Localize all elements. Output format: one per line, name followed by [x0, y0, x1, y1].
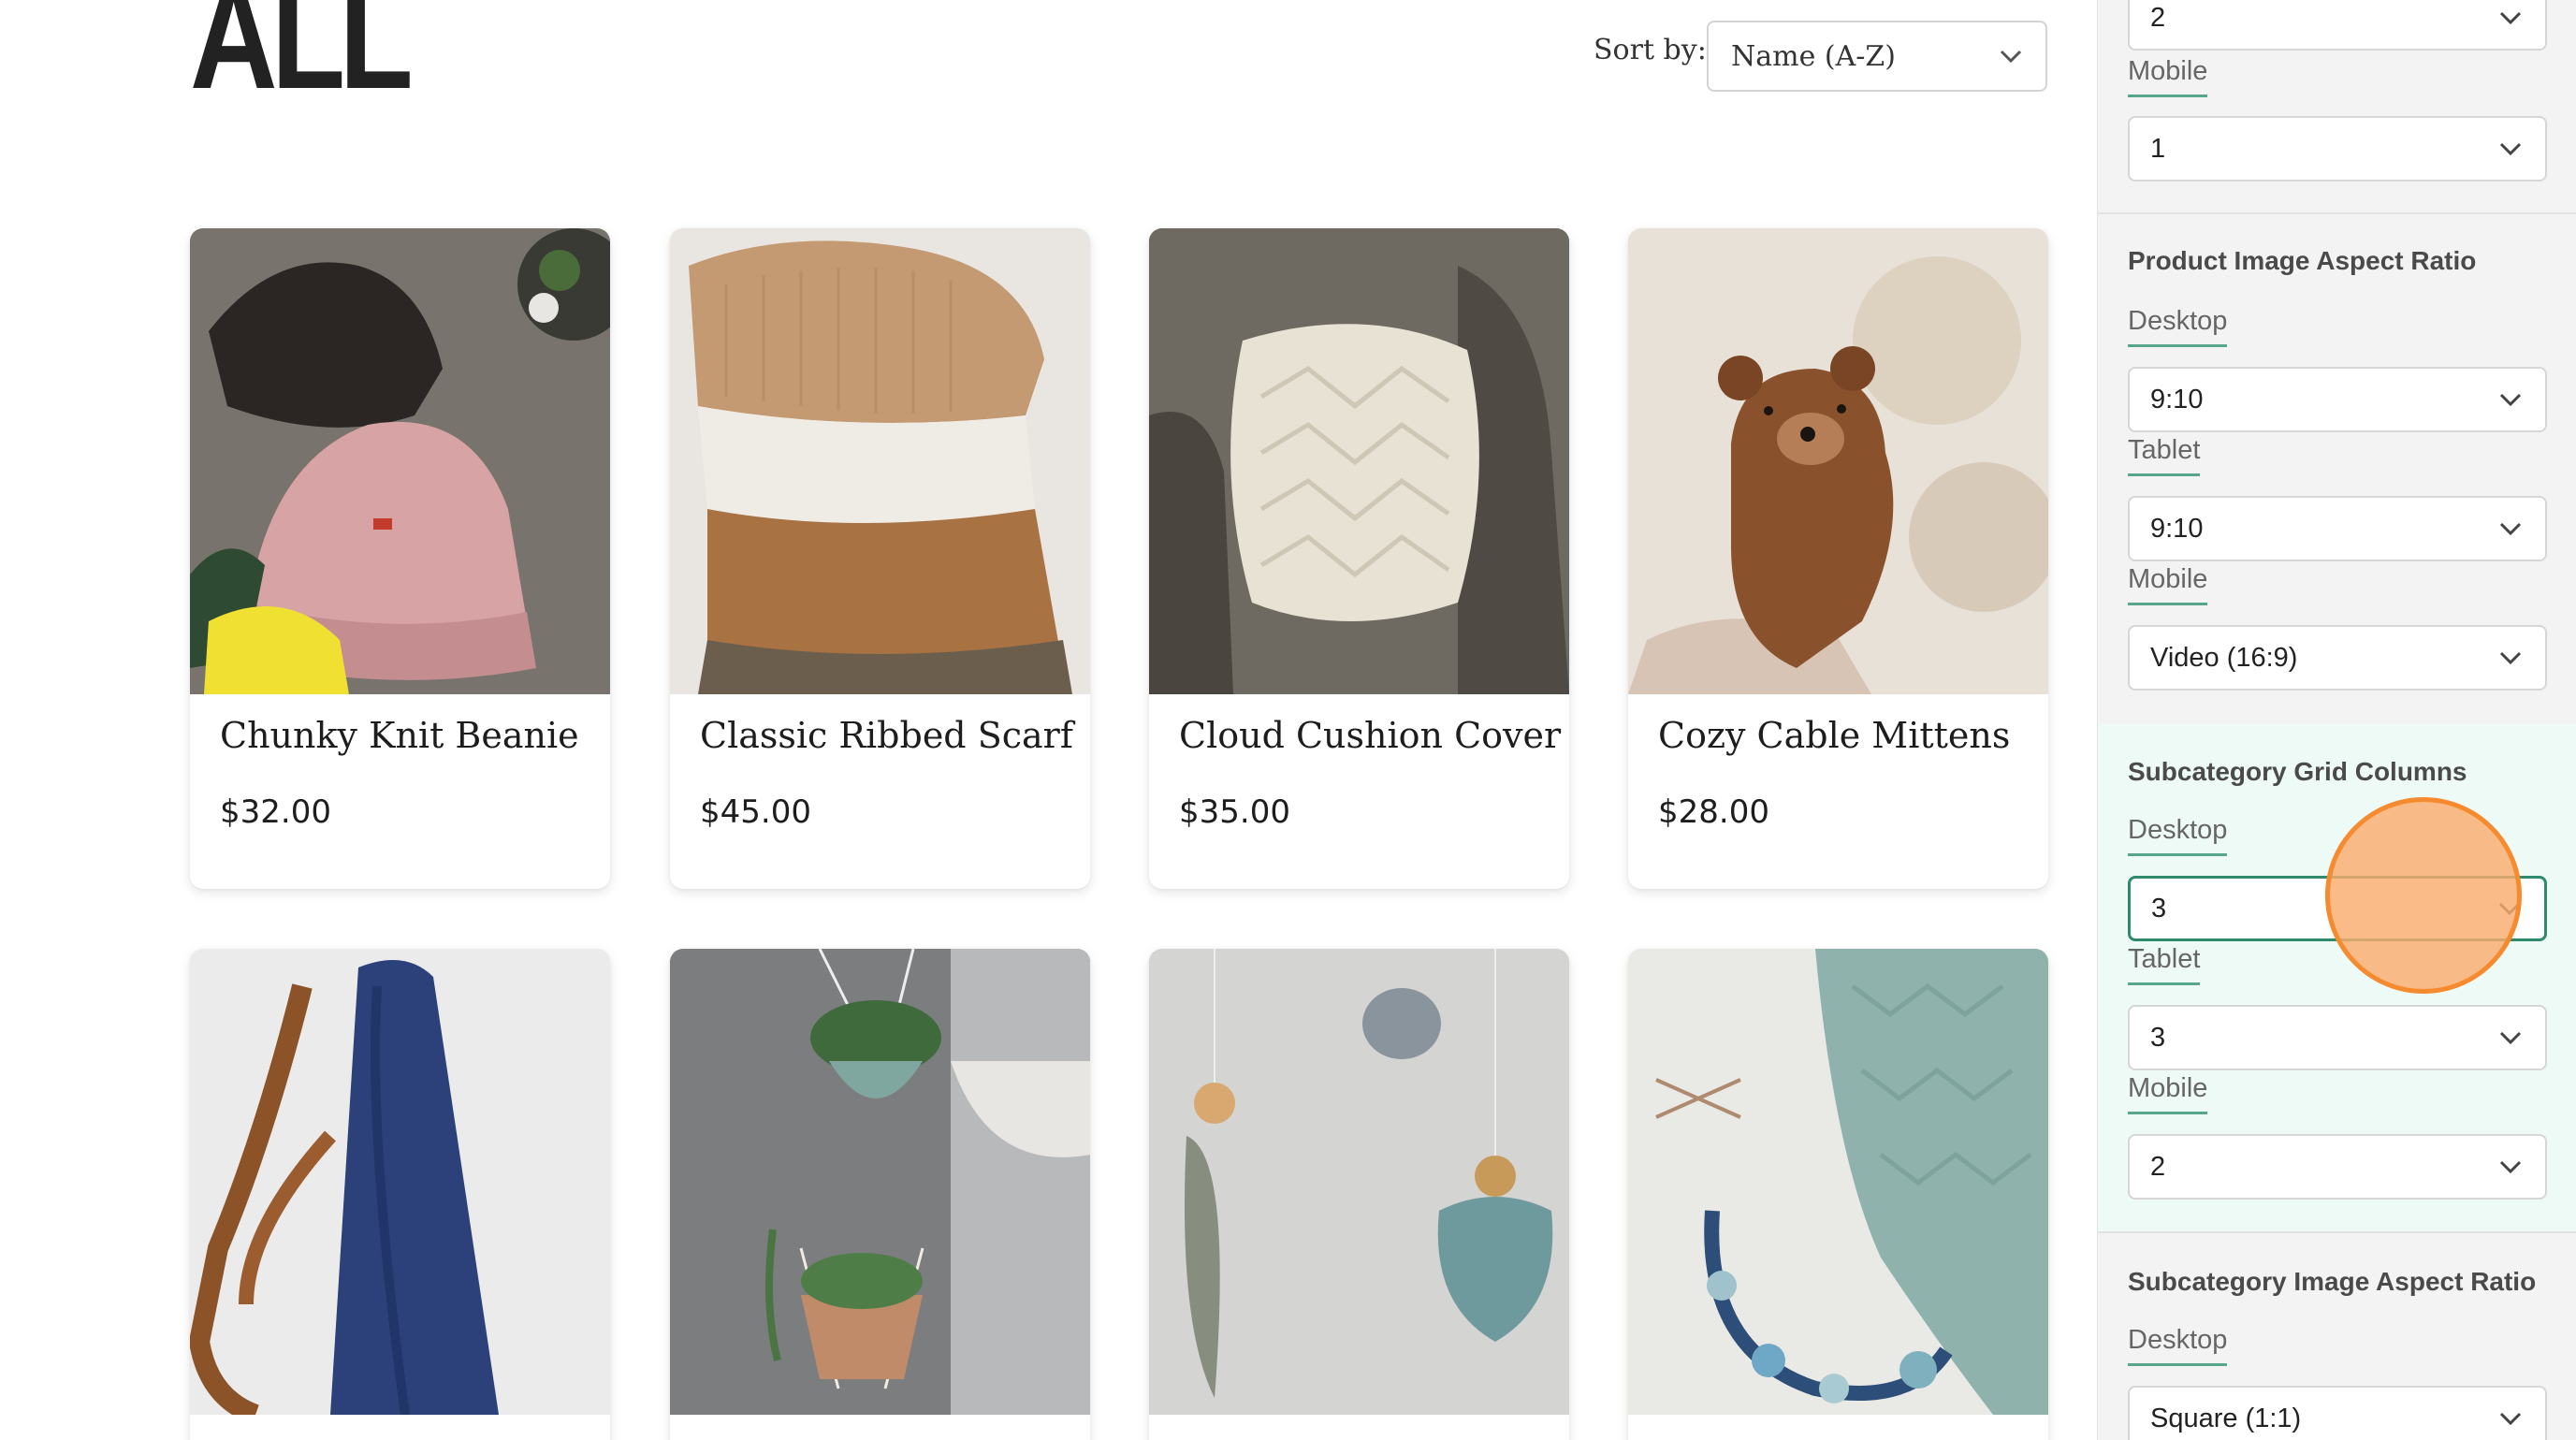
tablet-label: Tablet: [2128, 435, 2201, 476]
product-aspect-tablet-select[interactable]: 9:10: [2128, 496, 2547, 561]
chevron-down-icon: [2499, 1412, 2522, 1426]
product-name[interactable]: Chunky Knit Beanie: [220, 715, 579, 756]
product-image-sweaters[interactable]: [670, 228, 1090, 694]
desktop-label: Desktop: [2128, 306, 2228, 347]
grid-columns-section: 2 Mobile 1: [2098, 0, 2576, 213]
subcategory-grid-section: Subcategory Grid Columns Desktop 3 Table…: [2098, 723, 2576, 1231]
product-card[interactable]: Classic Ribbed Scarf $45.00: [670, 228, 1090, 889]
product-image-blanket[interactable]: [1628, 949, 2048, 1415]
product-image-beanie[interactable]: [190, 228, 610, 694]
tablet-columns-select[interactable]: 2: [2128, 0, 2547, 51]
product-image-plant-hangers[interactable]: [670, 949, 1090, 1415]
chevron-down-icon: [2499, 142, 2522, 156]
select-value: 2: [2150, 1151, 2166, 1182]
product-name[interactable]: Cozy Cable Mittens: [1658, 715, 2010, 756]
product-card[interactable]: [1149, 949, 1569, 1440]
tablet-label: Tablet: [2128, 944, 2201, 985]
click-indicator: [2325, 797, 2522, 994]
chevron-down-icon: [2499, 1160, 2522, 1174]
chevron-down-icon: [2499, 1031, 2522, 1045]
subcategory-grid-tablet-select[interactable]: 3: [2128, 1005, 2547, 1070]
product-price: $28.00: [1658, 793, 1769, 831]
select-value: 9:10: [2150, 384, 2204, 415]
mobile-label: Mobile: [2128, 56, 2208, 97]
select-value: 9:10: [2150, 513, 2204, 544]
mobile-columns-select[interactable]: 1: [2128, 116, 2547, 182]
section-title: Subcategory Grid Columns: [2128, 757, 2467, 786]
sort-select-value: Name (A-Z): [1731, 39, 1896, 73]
page-title: ALL: [190, 0, 414, 120]
product-card[interactable]: [1628, 949, 2048, 1440]
product-price: $45.00: [700, 793, 811, 831]
chevron-down-icon: [2499, 651, 2522, 665]
product-image-mitten[interactable]: [1628, 228, 2048, 694]
subcategory-aspect-desktop-select[interactable]: Square (1:1): [2128, 1386, 2547, 1440]
product-image-cushion[interactable]: [1149, 228, 1569, 694]
sort-select[interactable]: Name (A-Z): [1707, 21, 2047, 92]
mobile-label: Mobile: [2128, 564, 2208, 605]
desktop-label: Desktop: [2128, 1325, 2228, 1366]
product-card[interactable]: Cloud Cushion Cover $35.00: [1149, 228, 1569, 889]
product-name[interactable]: Cloud Cushion Cover: [1179, 715, 1561, 756]
product-card[interactable]: [670, 949, 1090, 1440]
product-aspect-desktop-select[interactable]: 9:10: [2128, 367, 2547, 432]
select-value: Video (16:9): [2150, 642, 2298, 673]
chevron-down-icon: [2499, 393, 2522, 407]
select-value: 2: [2150, 2, 2166, 33]
chevron-down-icon: [2499, 522, 2522, 536]
product-card[interactable]: Chunky Knit Beanie $32.00: [190, 228, 610, 889]
product-image-mobile[interactable]: [1149, 949, 1569, 1415]
subcategory-aspect-section: Subcategory Image Aspect Ratio Desktop S…: [2098, 1233, 2576, 1440]
settings-panel: 2 Mobile 1 Product Image Aspect Ratio De…: [2097, 0, 2576, 1440]
select-value: 3: [2151, 893, 2167, 924]
product-aspect-section: Product Image Aspect Ratio Desktop 9:10 …: [2098, 214, 2576, 723]
chevron-down-icon: [2499, 11, 2522, 25]
product-image-bag[interactable]: [190, 949, 610, 1415]
desktop-label: Desktop: [2128, 815, 2228, 856]
product-price: $32.00: [220, 793, 331, 831]
mobile-label: Mobile: [2128, 1073, 2208, 1114]
subcategory-grid-mobile-select[interactable]: 2: [2128, 1134, 2547, 1200]
product-price: $35.00: [1179, 793, 1290, 831]
product-name[interactable]: Classic Ribbed Scarf: [700, 715, 1073, 756]
product-aspect-mobile-select[interactable]: Video (16:9): [2128, 625, 2547, 691]
product-card[interactable]: Cozy Cable Mittens $28.00: [1628, 228, 2048, 889]
section-title: Subcategory Image Aspect Ratio: [2128, 1267, 2537, 1296]
section-title: Product Image Aspect Ratio: [2128, 246, 2477, 275]
select-value: Square (1:1): [2150, 1403, 2302, 1433]
product-card[interactable]: [190, 949, 610, 1440]
sort-label: Sort by:: [1594, 34, 1707, 66]
select-value: 3: [2150, 1022, 2166, 1053]
select-value: 1: [2150, 133, 2166, 164]
chevron-down-icon: [2000, 50, 2022, 64]
